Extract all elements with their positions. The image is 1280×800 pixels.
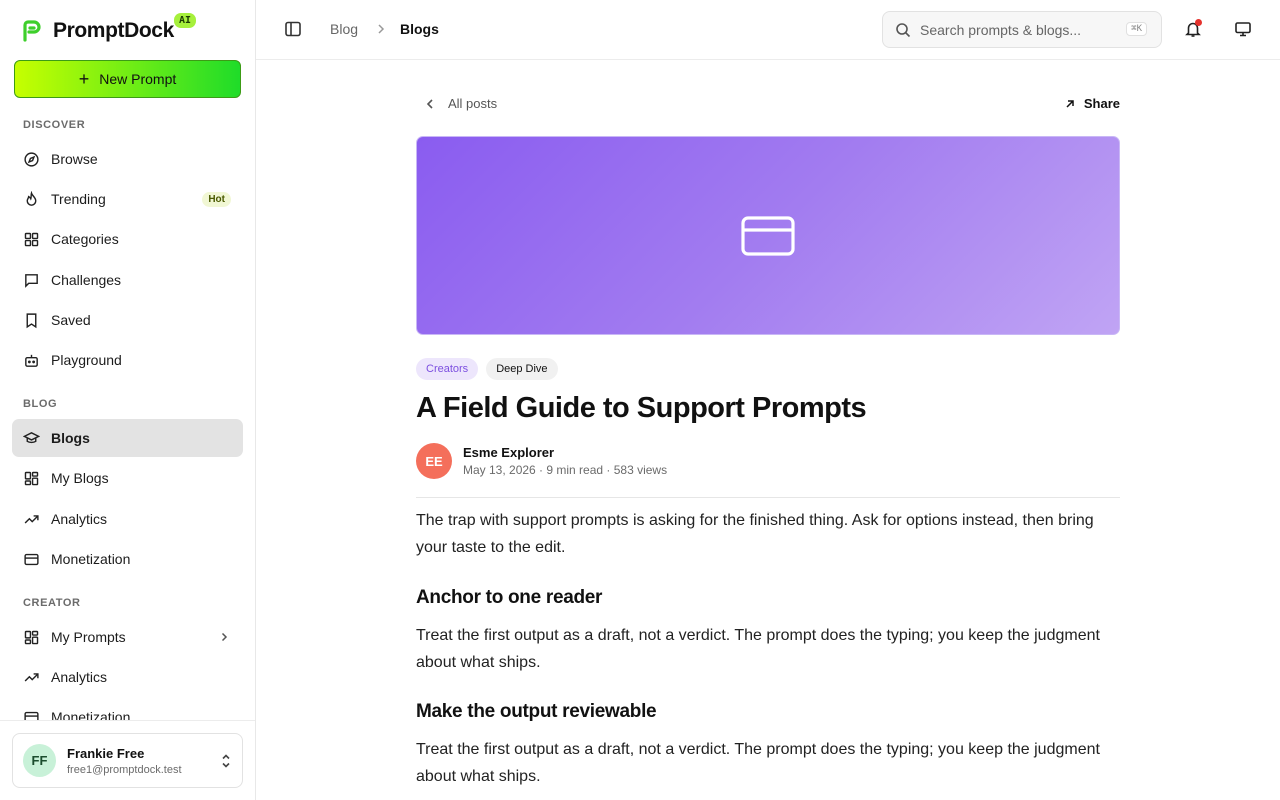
new-prompt-button[interactable]: + New Prompt bbox=[14, 60, 241, 98]
plus-icon: + bbox=[78, 69, 90, 89]
section-label-discover: DISCOVER bbox=[23, 119, 86, 131]
credit-card-icon bbox=[23, 709, 40, 720]
tag-deep-dive[interactable]: Deep Dive bbox=[486, 358, 558, 380]
section-label-blog: BLOG bbox=[23, 398, 58, 410]
new-prompt-label: New Prompt bbox=[99, 71, 177, 87]
section-body: Treat the first output as a draft, not a… bbox=[416, 741, 1100, 785]
graduation-cap-icon bbox=[23, 430, 40, 447]
bookmark-icon bbox=[23, 312, 40, 329]
brand-name: PromptDock bbox=[53, 19, 174, 42]
arrow-up-right-icon bbox=[1066, 99, 1074, 108]
sidebar-item-blogs[interactable]: Blogs bbox=[12, 419, 243, 457]
sidebar-item-playground[interactable]: Playground bbox=[12, 341, 243, 379]
sidebar-footer-divider bbox=[0, 720, 255, 721]
sidebar-item-blog-monetization[interactable]: Monetization bbox=[12, 540, 243, 578]
sidebar-item-label: Analytics bbox=[51, 669, 108, 685]
section-body: Treat the first output as a draft, not a… bbox=[416, 627, 1100, 671]
credit-card-icon bbox=[741, 215, 795, 256]
divider bbox=[416, 497, 1120, 498]
brand[interactable]: PromptDock AI bbox=[20, 13, 197, 46]
sidebar-item-my-prompts[interactable]: My Prompts bbox=[12, 618, 243, 656]
layout-grid-icon bbox=[23, 470, 40, 487]
hero-image bbox=[416, 136, 1120, 335]
sidebar-item-label: Playground bbox=[51, 352, 122, 368]
chevron-right-icon bbox=[221, 632, 228, 642]
share-label: Share bbox=[1083, 96, 1120, 111]
sidebar-item-label: Challenges bbox=[51, 272, 122, 288]
layout-grid-icon bbox=[23, 629, 40, 646]
section-heading: Anchor to one reader bbox=[416, 587, 603, 608]
sidebar-item-browse[interactable]: Browse bbox=[12, 140, 243, 178]
sidebar-nav[interactable]: DISCOVER Browse Trending Hot Categories … bbox=[0, 104, 255, 720]
sidebar-item-label: Saved bbox=[51, 312, 91, 328]
sidebar-item-creator-analytics[interactable]: Analytics bbox=[12, 658, 243, 696]
sidebar-item-label: Trending bbox=[51, 191, 106, 207]
message-square-icon bbox=[23, 272, 40, 289]
section-label-creator: CREATOR bbox=[23, 597, 81, 609]
user-email: free1@promptdock.test bbox=[67, 763, 182, 776]
sidebar-item-trending[interactable]: Trending Hot bbox=[12, 180, 243, 218]
topbar: Blog Blogs Search prompts & blogs... ⌘K bbox=[256, 0, 1280, 60]
author-meta: May 13, 2026 · 9 min read · 583 views bbox=[463, 463, 668, 477]
blog-article: All posts Share Creators Deep Dive A Fie… bbox=[416, 60, 1120, 800]
sidebar-item-label: My Prompts bbox=[51, 629, 126, 645]
search-icon bbox=[896, 22, 911, 37]
sidebar-item-saved[interactable]: Saved bbox=[12, 301, 243, 339]
hot-badge: Hot bbox=[202, 191, 231, 207]
chevron-left-icon bbox=[426, 98, 433, 109]
sidebar-item-label: Blogs bbox=[51, 430, 90, 446]
breadcrumb-current: Blogs bbox=[400, 21, 439, 37]
sidebar-item-challenges[interactable]: Challenges bbox=[12, 261, 243, 299]
sidebar-toggle-icon[interactable] bbox=[284, 20, 302, 38]
chevrons-up-down-icon bbox=[222, 754, 230, 768]
sidebar-item-my-blogs[interactable]: My Blogs bbox=[12, 459, 243, 497]
search-placeholder: Search prompts & blogs... bbox=[920, 21, 1082, 38]
user-menu[interactable]: FF Frankie Free free1@promptdock.test bbox=[12, 733, 243, 788]
sidebar-item-categories[interactable]: Categories bbox=[12, 220, 243, 258]
flame-icon bbox=[23, 190, 40, 208]
trending-up-icon bbox=[23, 511, 40, 528]
all-posts-link[interactable]: All posts bbox=[416, 96, 497, 111]
search-input[interactable]: Search prompts & blogs... ⌘K bbox=[882, 11, 1162, 48]
user-name: Frankie Free bbox=[67, 745, 145, 761]
search-shortcut: ⌘K bbox=[1126, 22, 1147, 36]
tag-creators[interactable]: Creators bbox=[416, 358, 479, 380]
article-intro: The trap with support prompts is asking … bbox=[416, 512, 1094, 556]
promptdock-logo-icon bbox=[23, 20, 41, 42]
monitor-icon[interactable] bbox=[1234, 20, 1252, 38]
sidebar-item-label: Monetization bbox=[51, 551, 131, 567]
tag-list: Creators Deep Dive bbox=[416, 358, 558, 380]
compass-icon bbox=[23, 151, 40, 168]
sidebar-item-label: Browse bbox=[51, 151, 98, 167]
chevron-right-icon bbox=[378, 24, 385, 34]
sidebar-item-label: My Blogs bbox=[51, 470, 109, 486]
ai-badge: AI bbox=[174, 13, 197, 28]
author-avatar[interactable]: EE bbox=[416, 443, 452, 479]
notification-dot bbox=[1195, 19, 1202, 26]
section-heading: Make the output reviewable bbox=[416, 701, 657, 722]
credit-card-icon bbox=[23, 551, 40, 568]
avatar: FF bbox=[23, 744, 56, 777]
breadcrumb-blog[interactable]: Blog bbox=[330, 21, 358, 37]
sidebar: PromptDock AI + New Prompt DISCOVER Brow… bbox=[0, 0, 256, 800]
trending-up-icon bbox=[23, 669, 40, 686]
sidebar-item-label: Categories bbox=[51, 231, 119, 247]
article-title: A Field Guide to Support Prompts bbox=[416, 392, 867, 424]
grid-icon bbox=[23, 231, 40, 248]
sidebar-item-blog-analytics[interactable]: Analytics bbox=[12, 500, 243, 538]
bot-icon bbox=[23, 352, 40, 369]
sidebar-item-creator-monetization[interactable]: Monetization bbox=[12, 698, 243, 720]
share-button[interactable]: Share bbox=[1064, 96, 1120, 111]
all-posts-label: All posts bbox=[448, 96, 498, 111]
sidebar-item-label: Monetization bbox=[51, 709, 131, 720]
author-name[interactable]: Esme Explorer bbox=[463, 445, 667, 460]
author-block: EE Esme Explorer May 13, 2026 · 9 min re… bbox=[416, 443, 667, 479]
sidebar-item-label: Analytics bbox=[51, 511, 108, 527]
